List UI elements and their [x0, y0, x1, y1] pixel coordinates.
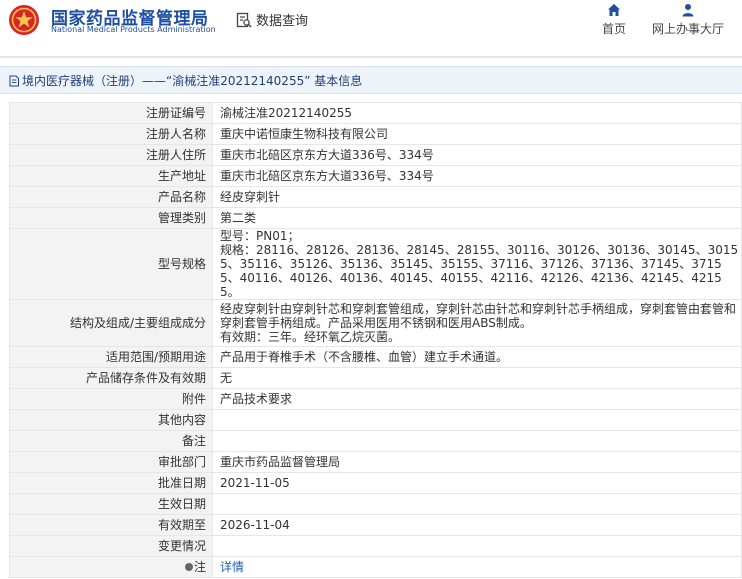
table-row: 管理类别 第二类 — [9, 207, 742, 229]
nmpa-emblem-icon[interactable] — [8, 4, 40, 36]
field-label: 变更情况 — [9, 535, 213, 557]
document-search-icon — [236, 12, 252, 28]
field-label: 生产地址 — [9, 165, 213, 187]
breadcrumb-separator: —— — [142, 73, 167, 88]
nav-home[interactable]: 首页 — [596, 3, 632, 37]
table-row: 注册人名称 重庆中诺恒康生物科技有限公司 — [9, 123, 742, 145]
field-value: 产品用于脊椎手术（不含腰椎、血管）建立手术通道。 — [212, 346, 742, 368]
field-value: 渝械注准20212140255 — [212, 102, 742, 124]
info-dot-icon — [184, 562, 193, 571]
breadcrumb-title: “渝械注准20212140255” 基本信息 — [166, 74, 363, 88]
breadcrumb-category[interactable]: 境内医疗器械（注册） — [22, 72, 142, 89]
field-value — [212, 535, 742, 557]
spec-line: 规格：28116、28126、28136、28145、28155、30116、3… — [220, 243, 739, 299]
note-label: 注 — [9, 556, 213, 578]
field-value: 重庆市药品监督管理局 — [212, 451, 742, 473]
field-value: 无 — [212, 367, 742, 389]
field-label: 结构及组成/主要组成成分 — [9, 299, 213, 347]
home-icon — [608, 4, 620, 16]
table-row: 变更情况 — [9, 535, 742, 557]
user-icon — [682, 4, 694, 17]
note-label-text: 注 — [193, 559, 206, 574]
table-row: 结构及组成/主要组成成分 经皮穿刺针由穿刺针芯和穿刺套管组成，穿刺针芯由针芯和穿… — [9, 299, 742, 347]
field-value: 重庆市北碚区京东方大道336号、334号 — [212, 165, 742, 187]
model-line: 型号：PN01； — [220, 229, 300, 243]
field-value: 2021-11-05 — [212, 472, 742, 494]
field-label: 注册证编号 — [9, 102, 213, 124]
field-label: 批准日期 — [9, 472, 213, 494]
field-value: 2026-11-04 — [212, 514, 742, 536]
data-query-link[interactable]: 数据查询 — [236, 10, 308, 29]
table-row: 生产地址 重庆市北碚区京东方大道336号、334号 — [9, 165, 742, 187]
table-row: 注册人住所 重庆市北碚区京东方大道336号、334号 — [9, 144, 742, 166]
table-row: 批准日期 2021-11-05 — [9, 472, 742, 494]
field-value: 详情 — [212, 556, 742, 578]
details-link[interactable]: 详情 — [220, 560, 244, 574]
field-label: 注册人住所 — [9, 144, 213, 166]
field-label: 其他内容 — [9, 409, 213, 431]
field-label: 审批部门 — [9, 451, 213, 473]
structure-line: 经皮穿刺针由穿刺针芯和穿刺套管组成，穿刺针芯由针芯和穿刺针芯手柄组成，穿刺套管由… — [220, 302, 737, 330]
data-query-label: 数据查询 — [256, 14, 309, 29]
field-label: 备注 — [9, 430, 213, 452]
field-value — [212, 409, 742, 431]
nav-home-label: 首页 — [601, 22, 626, 36]
field-value: 第二类 — [212, 207, 742, 229]
table-row: 备注 — [9, 430, 742, 452]
site-title-en: National Medical Products Administration — [51, 25, 216, 34]
table-row: 产品储存条件及有效期 无 — [9, 367, 742, 389]
table-row: 生效日期 — [9, 493, 742, 515]
header-divider — [0, 56, 742, 58]
field-value: 经皮穿刺针 — [212, 186, 742, 208]
field-value: 产品技术要求 — [212, 388, 742, 410]
field-label: 管理类别 — [9, 207, 213, 229]
site-header: 国家药品监督管理局 National Medical Products Admi… — [0, 0, 742, 46]
breadcrumb: 境内医疗器械（注册） —— “渝械注准20212140255” 基本信息 — [0, 66, 742, 94]
table-row: 型号规格 型号：PN01； 规格：28116、28126、28136、28145… — [9, 228, 742, 300]
field-label: 注册人名称 — [9, 123, 213, 145]
field-value: 型号：PN01； 规格：28116、28126、28136、28145、2815… — [212, 228, 742, 300]
field-label: 有效期至 — [9, 514, 213, 536]
table-row: 注册证编号 渝械注准20212140255 — [9, 102, 742, 124]
nav-online-service[interactable]: 网上办事大厅 — [648, 3, 728, 37]
table-row: 产品名称 经皮穿刺针 — [9, 186, 742, 208]
field-label: 适用范围/预期用途 — [9, 346, 213, 368]
table-row: 有效期至 2026-11-04 — [9, 514, 742, 536]
field-value: 重庆市北碚区京东方大道336号、334号 — [212, 144, 742, 166]
table-row: 附件 产品技术要求 — [9, 388, 742, 410]
field-value: 重庆中诺恒康生物科技有限公司 — [212, 123, 742, 145]
field-label: 附件 — [9, 388, 213, 410]
field-value: 经皮穿刺针由穿刺针芯和穿刺套管组成，穿刺针芯由针芯和穿刺针芯手柄组成，穿刺套管由… — [212, 299, 742, 347]
field-label: 型号规格 — [9, 228, 213, 300]
registration-detail-table: 注册证编号 渝械注准20212140255 注册人名称 重庆中诺恒康生物科技有限… — [9, 102, 742, 578]
field-value — [212, 493, 742, 515]
field-value — [212, 430, 742, 452]
document-icon — [9, 75, 19, 86]
field-label: 生效日期 — [9, 493, 213, 515]
table-row: 适用范围/预期用途 产品用于脊椎手术（不含腰椎、血管）建立手术通道。 — [9, 346, 742, 368]
field-label: 产品储存条件及有效期 — [9, 367, 213, 389]
validity-line: 有效期：三年。经环氧乙烷灭菌。 — [220, 330, 401, 344]
table-row: 审批部门 重庆市药品监督管理局 — [9, 451, 742, 473]
table-row: 注 详情 — [9, 556, 742, 578]
table-row: 其他内容 — [9, 409, 742, 431]
field-label: 产品名称 — [9, 186, 213, 208]
nav-online-label: 网上办事大厅 — [651, 22, 724, 36]
